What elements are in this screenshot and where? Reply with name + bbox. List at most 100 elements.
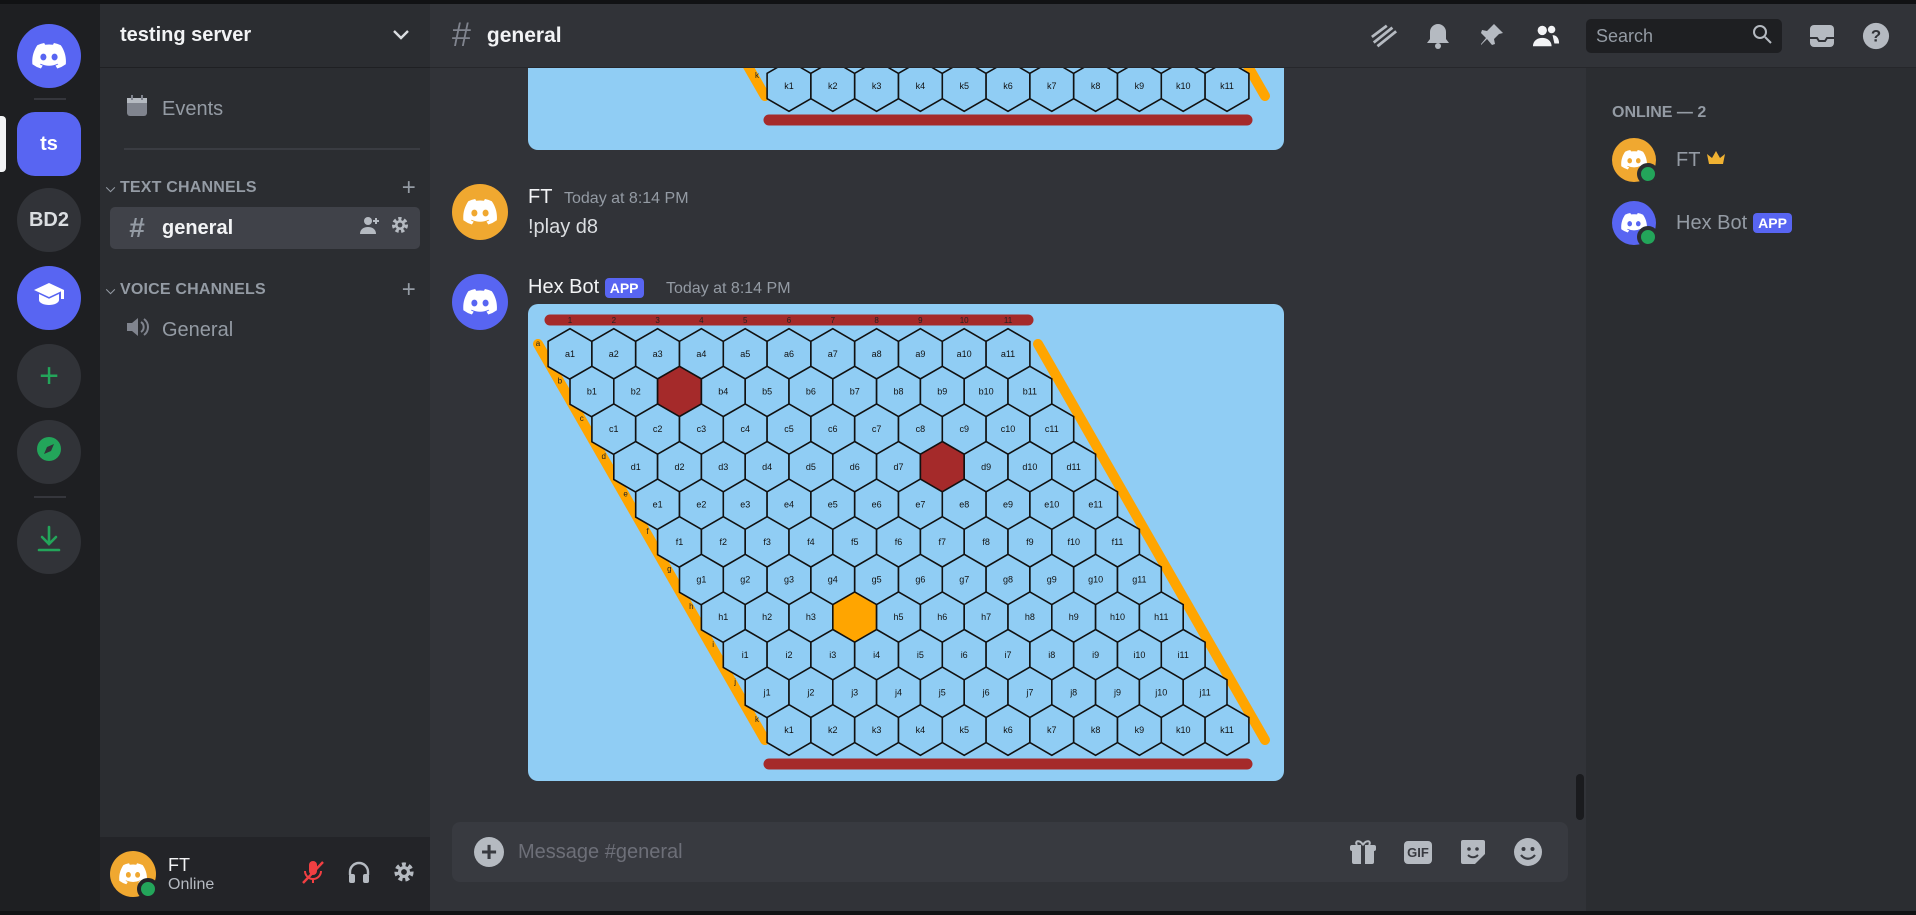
user-settings-gear-icon[interactable]: [392, 860, 416, 889]
hex-cell-label: g10: [1088, 575, 1103, 585]
server-abbrev: BD2: [28, 208, 69, 231]
server-header[interactable]: testing server: [100, 4, 430, 68]
hex-cell-label: k6: [1003, 725, 1013, 735]
create-channel-plus-icon[interactable]: +: [402, 174, 416, 202]
server-name: testing server: [120, 24, 252, 46]
add-server-button[interactable]: +: [17, 344, 81, 408]
notification-bell-icon[interactable]: [1424, 22, 1452, 50]
search-placeholder: Search: [1596, 25, 1654, 46]
hex-cell-label: h11: [1154, 612, 1168, 622]
scrollbar-thumb[interactable]: [1576, 774, 1584, 820]
hex-cell-label: k9: [1135, 81, 1145, 91]
row-label: d: [601, 452, 605, 461]
hex-cell-label: b5: [762, 387, 772, 397]
hex-cell-label: k4: [916, 81, 926, 91]
hex-cell-label: k8: [1091, 81, 1101, 91]
hex-cell-label: a9: [915, 349, 925, 359]
server-testing[interactable]: ts: [17, 112, 81, 176]
headphones-icon[interactable]: [346, 859, 372, 890]
hex-cell-label: f10: [1067, 537, 1080, 547]
server-school[interactable]: [17, 266, 81, 330]
hex-cell-label: f4: [807, 537, 815, 547]
user-status: Online: [168, 875, 215, 893]
hex-cell-label: i9: [1092, 650, 1099, 660]
category-voice-channels[interactable]: ⌵ VOICE CHANNELS +: [106, 276, 416, 304]
calendar-icon: [122, 94, 152, 125]
message-composer[interactable]: + Message #general GIF: [452, 822, 1568, 882]
member-list: ONLINE — 2 FT Hex Bot APP: [1586, 68, 1916, 911]
hex-cell-label: k4: [916, 725, 926, 735]
hex-cell-label: c10: [1001, 424, 1016, 434]
hex-cell-label: g2: [740, 575, 750, 585]
online-status-dot: [137, 878, 159, 900]
search-input[interactable]: Search: [1586, 19, 1782, 53]
user-avatar[interactable]: [110, 851, 159, 900]
member-list-icon[interactable]: [1532, 22, 1560, 50]
row-label: e: [623, 489, 628, 498]
hex-board-svg: 1 2 3 4 5 6 7 8 9 10 11 a a1 a2 a3 a4 a5 a6 a7 a8 a9 a10 a11 b b…: [533, 314, 1270, 770]
member-hex-bot[interactable]: Hex Bot APP: [1612, 199, 1792, 248]
hex-cell-label: e1: [653, 499, 663, 509]
channel-sidebar: testing server Events ⌵ TEXT CHANNELS + …: [100, 4, 430, 911]
message-author[interactable]: Hex Bot APP: [528, 276, 644, 299]
channel-general[interactable]: # general: [110, 207, 420, 249]
hex-cell-label: k2: [828, 725, 838, 735]
explore-servers-button[interactable]: [17, 420, 81, 484]
attach-plus-button[interactable]: +: [474, 836, 504, 867]
hex-cell-label: e2: [696, 499, 706, 509]
sticker-icon[interactable]: [1458, 837, 1488, 867]
gift-icon[interactable]: [1348, 837, 1378, 867]
member-ft[interactable]: FT: [1612, 136, 1726, 185]
hex-cell-label: i3: [829, 650, 836, 660]
hex-cell-label: h6: [937, 612, 947, 622]
message-input[interactable]: Message #general: [518, 841, 1348, 864]
message-author[interactable]: FT: [528, 186, 552, 209]
server-bd2[interactable]: BD2: [17, 188, 81, 252]
message-avatar[interactable]: [452, 274, 508, 330]
row-label: a: [536, 339, 541, 348]
channel-voice-general[interactable]: General: [110, 309, 420, 351]
hex-cell-label: h5: [893, 612, 903, 622]
download-icon: [36, 525, 62, 559]
hex-cell-label: h2: [762, 612, 772, 622]
emoji-icon[interactable]: [1513, 837, 1543, 867]
hex-cell-label: c6: [828, 424, 838, 434]
message-text: !play d8: [528, 216, 599, 238]
hex-cell-label: b10: [979, 387, 994, 397]
invite-user-icon[interactable]: [360, 216, 380, 240]
category-label: VOICE CHANNELS: [119, 281, 266, 298]
chevron-down-icon: ⌵: [106, 181, 116, 195]
hex-cell-label: e10: [1044, 499, 1059, 509]
help-icon[interactable]: ?: [1862, 22, 1890, 50]
server-abbrev: ts: [40, 132, 58, 155]
hex-cell-label: h8: [1025, 612, 1035, 622]
row-label: c: [580, 414, 584, 423]
discord-home-icon[interactable]: [17, 24, 81, 88]
hex-cell-label: i1: [742, 650, 749, 660]
create-channel-plus-icon[interactable]: +: [402, 276, 416, 304]
download-apps-button[interactable]: [17, 510, 81, 574]
gear-icon[interactable]: [390, 215, 410, 241]
gif-button[interactable]: GIF: [1403, 837, 1433, 867]
threads-icon[interactable]: [1370, 22, 1398, 50]
pin-icon[interactable]: [1478, 22, 1506, 50]
mute-microphone-icon[interactable]: [300, 859, 326, 890]
hex-cell-label: h1: [718, 612, 728, 622]
hex-cell-label: e9: [1003, 499, 1013, 509]
inbox-icon[interactable]: [1808, 22, 1836, 50]
hex-cell-label: k8: [1091, 725, 1101, 735]
hex-cell-label: f9: [1026, 537, 1034, 547]
hex-cell-label: j10: [1154, 687, 1167, 697]
hex-cell-label: h3: [806, 612, 816, 622]
hex-board-image[interactable]: 1 2 3 4 5 6 7 8 9 10 11 a a1 a2 a3 a4 a5 a6 a7 a8 a9 a10 a11 b b…: [528, 304, 1284, 781]
hex-cell-label: c2: [653, 424, 663, 434]
message-avatar[interactable]: [452, 184, 508, 240]
hex-cell-label: g4: [828, 575, 838, 585]
hex-cell-label: f1: [676, 537, 684, 547]
events-item[interactable]: Events: [110, 88, 420, 130]
hex-cell-label: b7: [850, 387, 860, 397]
online-status-dot: [1637, 226, 1659, 248]
hex-cell-label: k1: [784, 725, 794, 735]
category-text-channels[interactable]: ⌵ TEXT CHANNELS +: [106, 174, 416, 202]
hex-cell-label: a8: [872, 349, 882, 359]
